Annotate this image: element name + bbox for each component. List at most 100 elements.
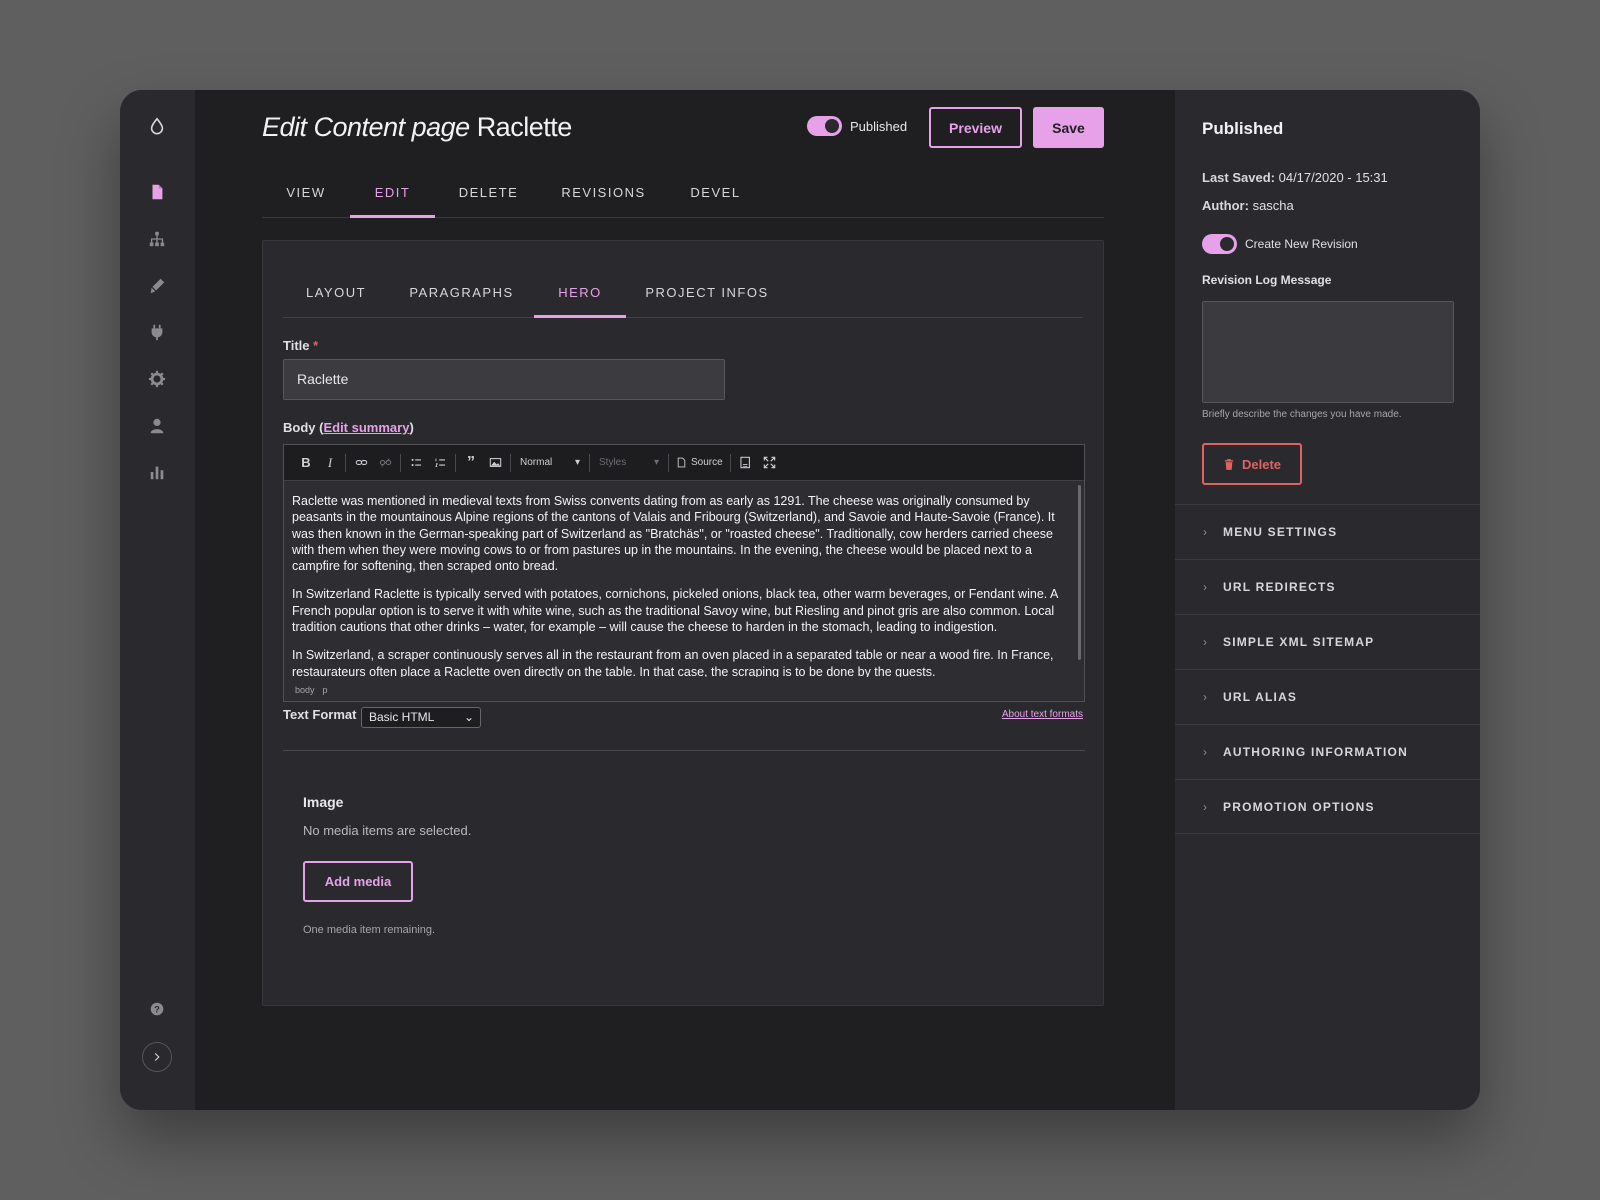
edit-form-card: LAYOUT PARAGRAPHS HERO PROJECT INFOS Tit… (262, 240, 1104, 1006)
body-editor[interactable]: B I ” Normal ▾ Styles ▾ Source Raclette … (283, 444, 1085, 702)
structure-icon[interactable] (143, 225, 171, 253)
maximize-icon[interactable] (758, 451, 782, 475)
numbered-list-icon[interactable] (428, 451, 452, 475)
expand-icon[interactable] (142, 1042, 172, 1072)
save-button[interactable]: Save (1033, 107, 1104, 148)
published-switch[interactable] (807, 116, 842, 136)
accordion-authoring-information[interactable]: › AUTHORING INFORMATION (1175, 724, 1480, 779)
about-text-formats-link[interactable]: About text formats (1002, 709, 1083, 720)
editor-content[interactable]: Raclette was mentioned in medieval texts… (284, 481, 1084, 677)
toolbar-divider (345, 453, 346, 472)
link-icon[interactable] (349, 451, 373, 475)
reports-icon[interactable] (143, 458, 171, 486)
text-format-value: Basic HTML (369, 710, 435, 724)
admin-toolbar: ? (120, 90, 195, 1110)
body-label-end: ) (409, 420, 414, 435)
revision-log-help: Briefly describe the changes you have ma… (1202, 409, 1402, 420)
text-format-select[interactable]: Basic HTML ⌄ (361, 707, 481, 728)
bulleted-list-icon[interactable] (404, 451, 428, 475)
svg-text:?: ? (154, 1005, 160, 1015)
last-saved: Last Saved: 04/17/2020 - 15:31 (1202, 170, 1388, 185)
chevron-right-icon: › (1203, 690, 1209, 704)
body-label-text: Body ( (283, 420, 324, 435)
toolbar-divider (729, 453, 731, 472)
editor-scrollbar[interactable] (1078, 485, 1081, 660)
source-label: Source (691, 457, 723, 468)
secondary-tabs: LAYOUT PARAGRAPHS HERO PROJECT INFOS (283, 271, 1083, 318)
accordion-url-alias[interactable]: › URL ALIAS (1175, 669, 1480, 724)
no-media-text: No media items are selected. (303, 823, 472, 838)
source-icon (677, 457, 686, 468)
image-icon[interactable] (483, 451, 507, 475)
styles-select[interactable]: Styles ▾ (593, 457, 665, 468)
appearance-icon[interactable] (143, 272, 171, 300)
body-label: Body (Edit summary) (283, 420, 414, 435)
accordion-label: SIMPLE XML SITEMAP (1223, 635, 1375, 649)
create-revision-switch[interactable] (1202, 234, 1237, 254)
path-item[interactable]: p (323, 685, 328, 695)
delete-button[interactable]: Delete (1202, 443, 1302, 485)
people-icon[interactable] (143, 412, 171, 440)
accordion-menu-settings[interactable]: › MENU SETTINGS (1175, 504, 1480, 559)
subtab-hero[interactable]: HERO (534, 271, 626, 318)
drop-logo-icon[interactable] (143, 112, 171, 140)
bold-icon[interactable]: B (294, 451, 318, 475)
format-select[interactable]: Normal ▾ (514, 457, 586, 468)
status-title: Published (1202, 119, 1284, 138)
subtab-layout[interactable]: LAYOUT (283, 271, 389, 318)
toolbar-divider (589, 453, 590, 472)
element-path: body p (284, 679, 1084, 701)
accordion-label: MENU SETTINGS (1223, 525, 1338, 539)
accordion-simple-xml-sitemap[interactable]: › SIMPLE XML SITEMAP (1175, 614, 1480, 669)
tab-edit[interactable]: EDIT (350, 170, 435, 218)
last-saved-value: 04/17/2020 - 15:31 (1278, 170, 1388, 185)
accordion-label: URL REDIRECTS (1223, 580, 1336, 594)
body-paragraph: In Switzerland, a scraper continuously s… (292, 648, 1054, 677)
primary-tabs: VIEW EDIT DELETE REVISIONS DEVEL (262, 170, 1104, 218)
required-marker: * (313, 338, 319, 353)
tab-devel[interactable]: DEVEL (665, 170, 766, 218)
source-button[interactable]: Source (672, 457, 727, 468)
editor-toolbar: B I ” Normal ▾ Styles ▾ Source (284, 445, 1084, 481)
content-icon[interactable] (143, 178, 171, 206)
title-label: Title * (283, 338, 318, 353)
config-icon[interactable] (143, 365, 171, 393)
create-revision-toggle[interactable]: Create New Revision (1202, 234, 1358, 254)
meta-sidebar: Published Last Saved: 04/17/2020 - 15:31… (1175, 90, 1480, 1110)
delete-label: Delete (1241, 456, 1282, 472)
revision-log-textarea[interactable] (1202, 301, 1454, 403)
toolbar-divider (455, 453, 456, 472)
page-title-name: Raclette (476, 112, 573, 142)
image-section-title: Image (303, 794, 344, 810)
subtab-project-infos[interactable]: PROJECT INFOS (626, 271, 788, 318)
toolbar-divider (510, 453, 511, 472)
subtab-paragraphs[interactable]: PARAGRAPHS (389, 271, 534, 318)
app-window: ? Edit Content page Raclette Published P… (120, 90, 1480, 1110)
edit-summary-link[interactable]: Edit summary (323, 420, 409, 435)
blockquote-icon[interactable]: ” (459, 451, 483, 475)
page-title-prefix: Edit Content page (262, 112, 470, 142)
accordion-label: AUTHORING INFORMATION (1223, 745, 1408, 759)
title-input[interactable]: Raclette (283, 359, 725, 400)
tab-view[interactable]: VIEW (262, 170, 350, 218)
accordion-url-redirects[interactable]: › URL REDIRECTS (1175, 559, 1480, 614)
path-item[interactable]: body (295, 685, 315, 695)
media-remaining-text: One media item remaining. (303, 924, 436, 936)
preview-button[interactable]: Preview (929, 107, 1022, 148)
accordion-promotion-options[interactable]: › PROMOTION OPTIONS (1175, 779, 1480, 834)
toolbar-divider (400, 453, 401, 472)
extend-icon[interactable] (143, 318, 171, 346)
create-revision-label: Create New Revision (1245, 237, 1358, 251)
show-blocks-icon[interactable] (734, 451, 758, 475)
tab-revisions[interactable]: REVISIONS (542, 170, 665, 218)
toolbar-divider (668, 453, 669, 472)
title-label-text: Title (283, 338, 310, 353)
add-media-button[interactable]: Add media (303, 861, 413, 902)
chevron-down-icon: ⌄ (463, 710, 474, 724)
italic-icon[interactable]: I (318, 451, 342, 475)
styles-select-value: Styles (599, 457, 627, 468)
unlink-icon[interactable] (373, 451, 397, 475)
help-icon[interactable]: ? (143, 995, 171, 1023)
tab-delete[interactable]: DELETE (435, 170, 542, 218)
published-toggle[interactable]: Published (807, 116, 907, 136)
